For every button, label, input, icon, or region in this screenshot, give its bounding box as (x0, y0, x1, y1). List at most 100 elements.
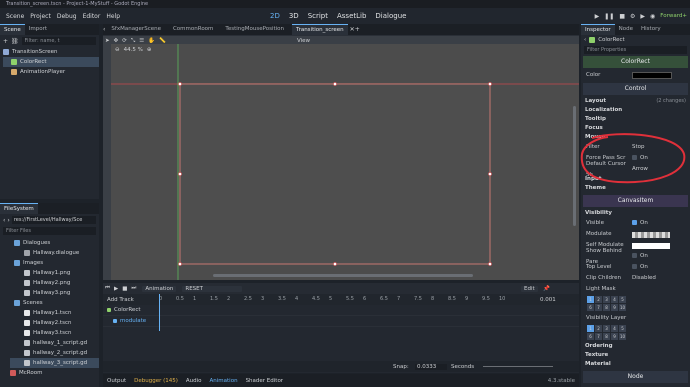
renderer-select[interactable]: Forward+ (660, 13, 687, 19)
list-tool-icon[interactable]: ☰ (139, 38, 144, 44)
bottom-tab[interactable]: Audio (186, 378, 202, 384)
anim-forward-icon[interactable]: ⏭ (131, 285, 136, 292)
remote-debug-icon[interactable]: ⚙ (630, 13, 635, 20)
animation-track[interactable]: ColorRect (103, 305, 579, 316)
file-item[interactable]: Hallway2.png (10, 278, 99, 288)
scene-dock-tab-import[interactable]: Import (25, 24, 51, 35)
animation-track[interactable]: modulate (103, 316, 579, 327)
rotate-tool-icon[interactable]: ⟳ (122, 38, 127, 44)
anim-selector[interactable]: RESET (182, 285, 243, 292)
visibility-layer-bit[interactable]: 4 (611, 324, 618, 332)
workspace-script[interactable]: Script (308, 12, 328, 20)
scene-filter-input[interactable]: Filter: name, t (21, 37, 96, 45)
file-item[interactable]: hallway_1_script.gd (10, 338, 99, 348)
property-value[interactable] (632, 231, 670, 238)
file-item[interactable]: Hallway3.png (10, 288, 99, 298)
play-scene-icon[interactable]: ▶ (640, 13, 645, 20)
visibility-layer-bit[interactable]: 9 (611, 332, 618, 340)
document-tab[interactable]: TestingMousePosition (221, 24, 288, 35)
path-field[interactable]: res://FirstLevel/Hallway/Sce (11, 216, 96, 224)
document-tab[interactable]: CommonRoom (169, 24, 217, 35)
property-value[interactable]: On (632, 251, 648, 262)
anim-play-icon[interactable]: ▶ (114, 286, 118, 292)
inspector-tab-node[interactable]: Node (615, 24, 637, 35)
visibility-section[interactable]: Visibility (581, 209, 690, 218)
file-item[interactable]: Hallway1.png (10, 268, 99, 278)
visibility-layer-bit[interactable]: 10 (619, 332, 626, 340)
workspace-dialogue[interactable]: Dialogue (375, 12, 406, 20)
anim-name-field[interactable]: Animation (142, 285, 177, 292)
light-mask-bit[interactable]: 10 (619, 303, 626, 311)
zoom-out-icon[interactable]: ⊖ (115, 47, 120, 53)
menu-help[interactable]: Help (106, 13, 120, 20)
snap-value[interactable]: 0.0333 (415, 363, 447, 370)
anim-edit-button[interactable]: Edit (521, 285, 538, 292)
property-filter-input[interactable]: Filter Properties (584, 46, 687, 54)
inspector-section[interactable]: Layout (2 changes) (581, 97, 690, 106)
file-item[interactable]: hallway_3_script.gd (10, 358, 99, 368)
canvas-viewport[interactable]: ⊖ 44.5 % ⊕ (103, 36, 579, 280)
inspector-section[interactable]: Localization (581, 106, 690, 115)
bottom-tab[interactable]: Shader Editor (246, 378, 284, 384)
snap-unit[interactable]: Seconds (451, 364, 479, 370)
file-item[interactable]: Hallway1.tscn (10, 308, 99, 318)
visibility-layer-bit[interactable]: 6 (587, 332, 594, 340)
inspected-node[interactable]: ColorRect (598, 37, 625, 43)
timeline-ruler[interactable]: 0 0.5 1 1.5 2 2.5 3 3.5 4 4.5 5 5.5 6 6.5 7 7.5 8 8.5 9 9.5… (159, 294, 519, 305)
bottom-tab[interactable]: Animation (210, 378, 238, 384)
property-value[interactable]: Disabled (632, 273, 656, 284)
visibility-layer-bit[interactable]: 7 (595, 332, 602, 340)
add-track-button[interactable]: Add Track (103, 297, 159, 303)
light-mask-bit[interactable]: 2 (595, 295, 602, 303)
visibility-layer-bit[interactable]: 3 (603, 324, 610, 332)
file-item[interactable]: McRoom (10, 368, 99, 378)
color-swatch[interactable] (632, 72, 672, 79)
add-tab-icon[interactable]: + (355, 26, 360, 33)
stop-icon[interactable]: ■ (619, 13, 625, 20)
bottom-tab[interactable]: Debugger (145) (134, 378, 178, 384)
light-mask-bit[interactable]: 9 (611, 303, 618, 311)
link-icon[interactable]: ⛓ (11, 38, 19, 45)
node-class-header[interactable]: Node (583, 371, 688, 383)
anim-stop-icon[interactable]: ■ (122, 286, 127, 292)
file-item[interactable]: Hallway2.tscn (10, 318, 99, 328)
file-item[interactable]: Scenes (10, 298, 99, 308)
movie-icon[interactable]: ◉ (650, 13, 655, 20)
control-class-header[interactable]: Control (583, 83, 688, 95)
zoom-in-icon[interactable]: ⊕ (147, 47, 152, 53)
light-mask-bit[interactable]: 3 (603, 295, 610, 303)
file-item[interactable]: Dialogues (10, 238, 99, 248)
history-back-icon[interactable]: ‹ (584, 37, 586, 43)
property-value[interactable]: On (632, 262, 648, 273)
scale-tool-icon[interactable]: ⤡ (131, 38, 135, 45)
light-mask-bit[interactable]: 6 (587, 303, 594, 311)
scene-node[interactable]: AnimationPlayer (3, 67, 99, 77)
inspector-section[interactable]: Material (581, 360, 690, 369)
light-mask-bit[interactable]: 4 (611, 295, 618, 303)
file-item[interactable]: Hallway.dialogue (10, 248, 99, 258)
inspector-section[interactable]: Texture (581, 351, 690, 360)
zoom-slider[interactable] (483, 366, 553, 367)
select-tool-icon[interactable]: ➤ (105, 38, 110, 44)
inspector-section[interactable]: Ordering (581, 342, 690, 351)
file-item[interactable]: Hallway3.tscn (10, 328, 99, 338)
bottom-tab[interactable]: Output (107, 378, 126, 384)
property-value[interactable] (632, 242, 670, 249)
ruler-tool-icon[interactable]: 📏 (159, 38, 166, 44)
playhead[interactable] (159, 294, 160, 331)
back-icon[interactable]: ‹ (3, 217, 5, 224)
visibility-layer-bit[interactable]: 2 (595, 324, 602, 332)
pause-icon[interactable]: ❚❚ (604, 13, 614, 20)
colorrect-class-header[interactable]: ColorRect (583, 56, 688, 68)
inspector-tab-inspector[interactable]: Inspector (581, 24, 615, 35)
file-item[interactable]: Images (10, 258, 99, 268)
workspace-assetlib[interactable]: AssetLib (337, 12, 366, 20)
add-node-icon[interactable]: + (3, 38, 8, 45)
inspector-section[interactable]: Tooltip (581, 115, 690, 124)
checkbox[interactable] (632, 253, 637, 258)
document-tab[interactable]: Transition_screen (292, 24, 348, 35)
files-filter-input[interactable]: Filter Files (3, 227, 96, 235)
light-mask-bit[interactable]: 8 (603, 303, 610, 311)
view-menu[interactable]: View (297, 38, 310, 44)
zoom-level[interactable]: 44.5 % (124, 47, 143, 53)
